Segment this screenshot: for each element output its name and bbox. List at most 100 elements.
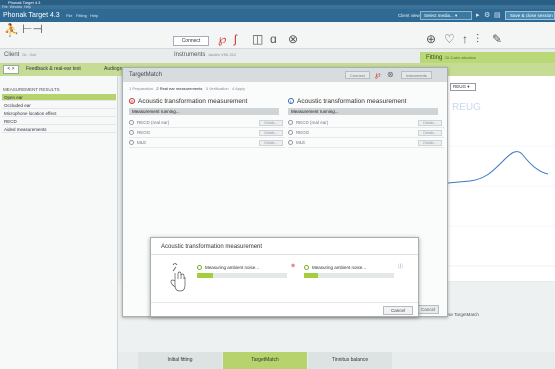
fitting-sub: ID-Calm situation — [445, 55, 477, 60]
reug-curve — [447, 151, 549, 184]
details-button[interactable]: Details... — [418, 140, 442, 146]
equalizer-icon[interactable]: ⫶ — [476, 32, 479, 47]
radio-icon — [129, 130, 134, 136]
tab-initial-fitting[interactable]: Initial fitting — [138, 352, 222, 369]
tm-right-aid-icon: ℘ — [375, 70, 381, 79]
right-ear-icon: R — [129, 98, 135, 105]
instruments-model: Audéo V90-312 — [208, 52, 237, 57]
sidebar-item-mle[interactable]: Microphone location effect — [2, 110, 116, 117]
option-label: REOG — [137, 130, 151, 135]
client-title: Client — [4, 52, 20, 58]
graph-select-label: REUG — [453, 84, 467, 89]
connect-button[interactable]: Connect — [173, 36, 209, 46]
select-media-label: Select media... — [424, 13, 454, 18]
left-ear-icon: L — [288, 98, 294, 105]
radio-icon — [129, 140, 134, 146]
gain-up-icon[interactable]: ↑ — [462, 32, 468, 46]
left-progress-text: Measuring ambient noise... — [205, 265, 260, 270]
hand-probe-icon — [170, 263, 186, 292]
fitting-tab[interactable]: Fitting ID-Calm situation — [420, 52, 555, 63]
graph-type-select[interactable]: REUG ▾ — [450, 83, 476, 91]
layout-icon[interactable]: ▤ — [494, 11, 501, 19]
tab-targetmatch[interactable]: TargetMatch — [223, 352, 307, 369]
step-indicator: 1 Preparation 2 Real ear measurements 3 … — [129, 86, 245, 91]
app-header: Phonak Target 4.3 File Fitting Help Clie… — [0, 9, 555, 22]
step-real-ear[interactable]: 2 Real ear measurements — [156, 86, 202, 91]
audiogram-icon[interactable]: ⊢⊣ — [22, 22, 43, 36]
step-verification[interactable]: 3 Verification — [206, 86, 229, 91]
right-progress-track — [304, 273, 394, 278]
left-option-mle[interactable]: MLE Details... — [288, 138, 444, 148]
left-ear-heading-text: Acoustic transformation measurement — [297, 98, 407, 105]
right-option-recd[interactable]: RECD (real ear) Details... — [129, 118, 285, 128]
measurement-sidebar: MEASUREMENT RESULTS Open ear Occluded ea… — [0, 76, 118, 369]
mute-icon[interactable]: ⊗ — [288, 32, 298, 46]
left-progress-track — [197, 273, 287, 278]
left-progress-fill — [197, 273, 214, 278]
save-close-session-button[interactable]: Save & close session — [505, 11, 555, 20]
details-button[interactable]: Details... — [259, 140, 283, 146]
left-ear-status: Measurement running... — [288, 108, 438, 115]
left-option-recd[interactable]: RECD (real ear) Details... — [288, 118, 444, 128]
sidebar-item-open-ear[interactable]: Open ear — [2, 94, 116, 101]
receiver-icon[interactable]: ʃ — [234, 32, 237, 46]
right-progress-fill — [304, 273, 318, 278]
app-menu-fitting[interactable]: Fitting — [76, 13, 87, 18]
sidebar-item-recd[interactable]: RECD — [2, 118, 116, 125]
radio-icon — [288, 140, 293, 146]
sidebar-item-occluded-ear[interactable]: Occluded ear — [2, 102, 116, 109]
client-view-toggle[interactable]: Client view — [398, 13, 420, 18]
details-button[interactable]: Details... — [259, 120, 283, 126]
hearing-aid-right-icon[interactable]: ℘ — [218, 32, 226, 46]
use-targetmatch-label: Use TargetMatch — [445, 312, 479, 317]
right-progress-label: Measuring ambient noise... — [304, 264, 394, 271]
right-option-reog[interactable]: REOG Details... — [129, 128, 285, 138]
tools-icon[interactable]: ✎ — [492, 32, 502, 46]
status-circle-icon — [304, 265, 309, 271]
client-label[interactable]: Client Dr., Gol — [4, 52, 36, 61]
tm-mute-icon: ⊗ — [387, 70, 394, 79]
left-ear-status-text: Measurement running... — [291, 109, 339, 114]
app-menu-help[interactable]: Help — [90, 13, 98, 18]
details-button[interactable]: Details... — [418, 120, 442, 126]
select-media-dropdown[interactable]: Select media... ▾ — [420, 11, 472, 20]
right-ear-status-text: Measurement running... — [132, 109, 180, 114]
step-preparation[interactable]: 1 Preparation — [129, 86, 153, 91]
tab-tinnitus-balance[interactable]: Tinnitus balance — [308, 352, 392, 369]
radio-icon — [288, 120, 293, 126]
right-ear-heading: R Acoustic transformation measurement — [129, 97, 287, 107]
feedback-icon[interactable]: ♡ — [444, 32, 455, 46]
right-ear-indicator-icon: ⊗ — [291, 263, 296, 269]
left-option-reog[interactable]: REOG Details... — [288, 128, 444, 138]
instruments-label[interactable]: Instruments Audéo V90-312 — [174, 52, 236, 61]
tm-connect-button[interactable]: Connect — [345, 71, 370, 79]
app-menu-file[interactable]: File — [66, 13, 72, 18]
graph-ghost-label: REUG — [452, 102, 481, 113]
nav-arrows[interactable]: < > — [3, 65, 19, 74]
graph-svg — [430, 145, 555, 267]
right-progress-text: Measuring ambient noise... — [312, 265, 367, 270]
details-button[interactable]: Details... — [418, 130, 442, 136]
option-label: REOG — [296, 130, 310, 135]
ear-icon[interactable]: ɑ — [270, 32, 277, 46]
tm-instruments-button[interactable]: Instruments — [401, 71, 432, 79]
details-button[interactable]: Details... — [259, 130, 283, 136]
globe-icon[interactable]: ⊕ — [426, 32, 436, 46]
dialog-divider — [151, 254, 418, 255]
right-ear-status: Measurement running... — [129, 108, 279, 115]
right-option-mle[interactable]: MLE Details... — [129, 138, 285, 148]
client-icon[interactable]: ⛹ — [4, 23, 19, 37]
step-apply[interactable]: 4 Apply — [232, 86, 245, 91]
measurement-graph — [430, 76, 555, 281]
progress-cancel-button[interactable]: Cancel — [383, 306, 413, 315]
right-progress-group: Measuring ambient noise... — [304, 264, 394, 278]
charger-icon[interactable]: ◫ — [252, 32, 263, 46]
left-progress-label: Measuring ambient noise... — [197, 264, 287, 271]
targetmatch-cancel-button[interactable]: Cancel — [417, 305, 439, 314]
settings-icon[interactable]: ⚙ — [484, 11, 490, 19]
tab-feedback-real-ear[interactable]: Feedback & real-ear test — [26, 66, 81, 72]
play-icon[interactable]: ▸ — [476, 11, 480, 19]
targetmatch-title-bar: TargetMatch — [123, 68, 447, 82]
sidebar-item-aided[interactable]: Aided measurements — [2, 126, 116, 133]
targetmatch-title: TargetMatch — [129, 72, 163, 78]
